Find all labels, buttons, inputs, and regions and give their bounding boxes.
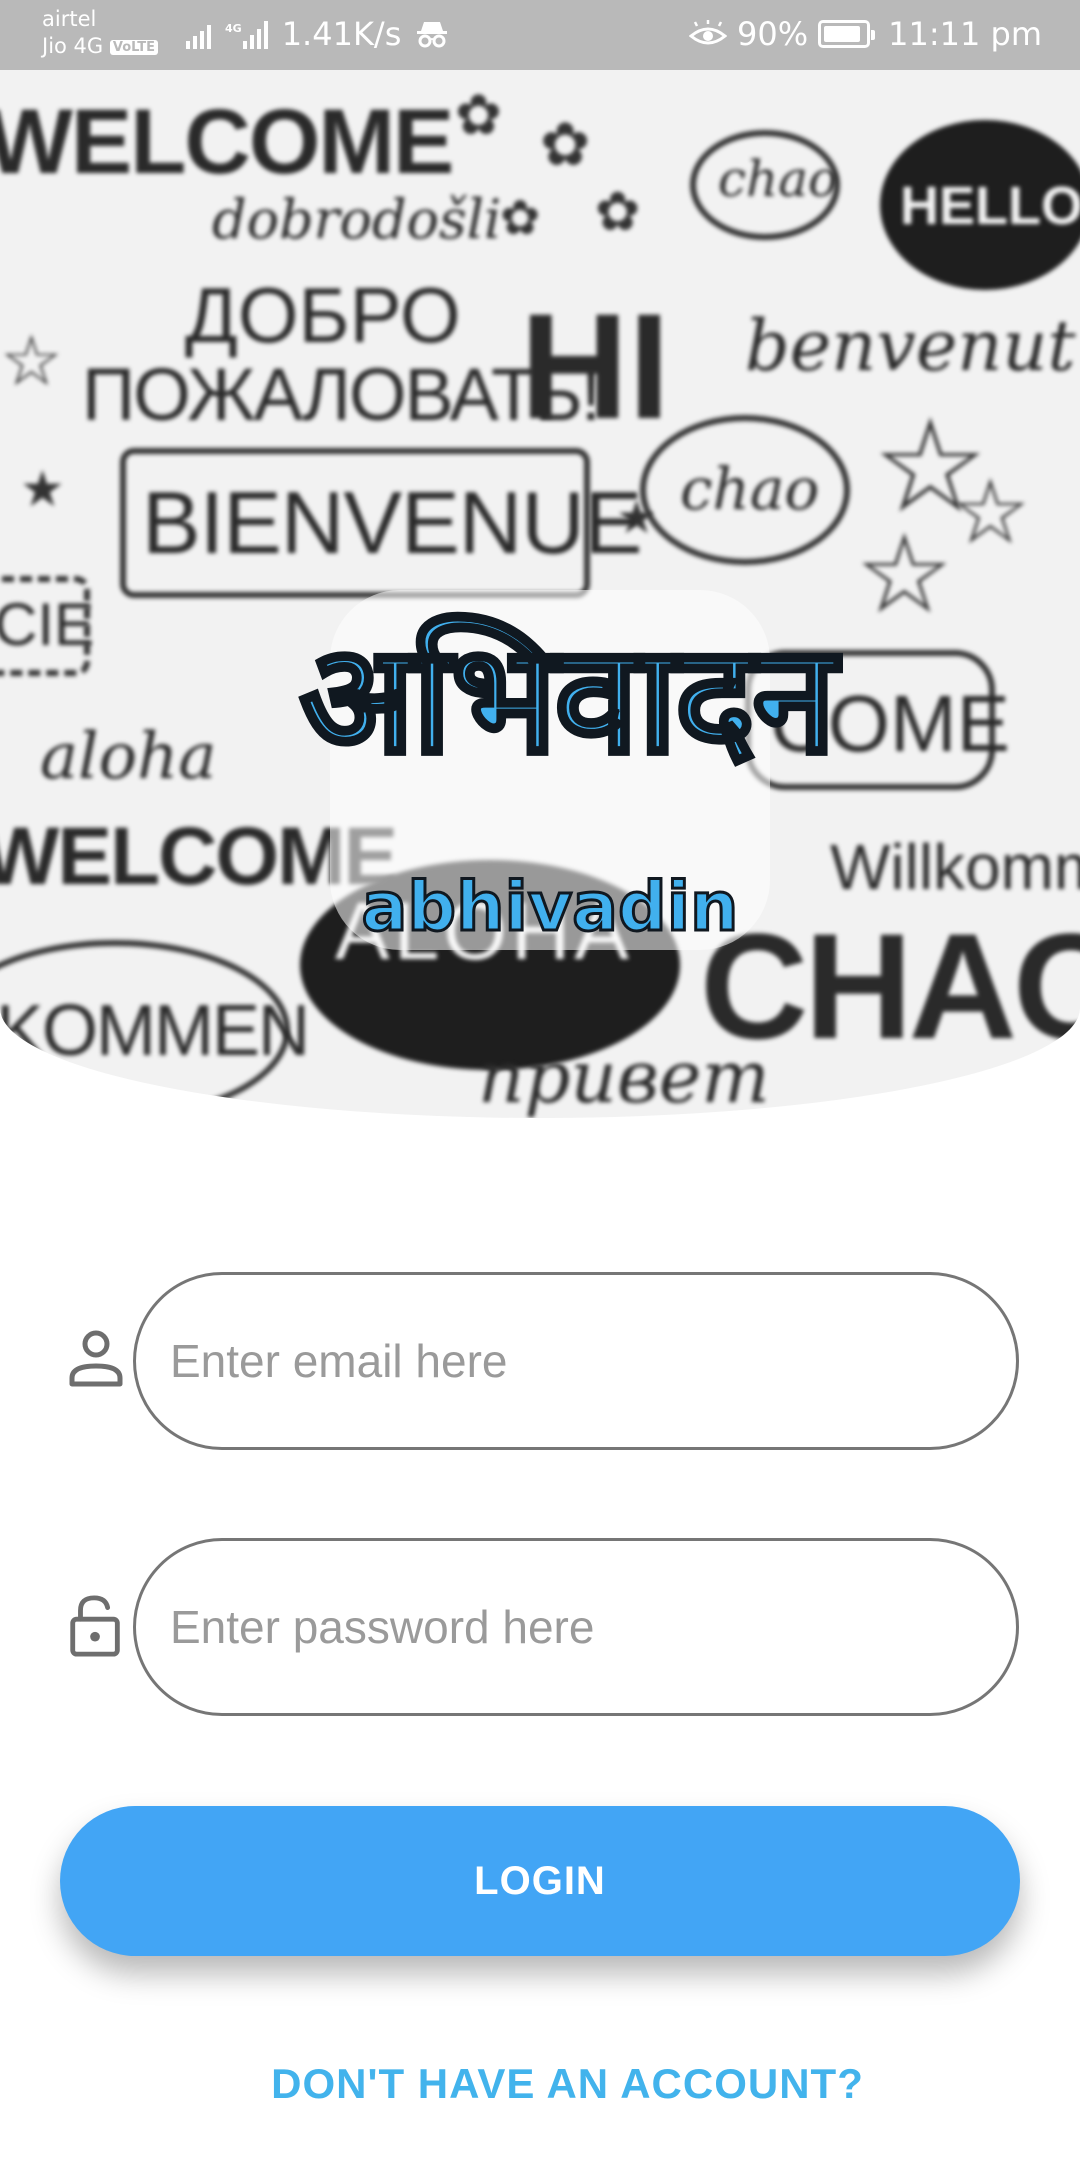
doodle-star-icon: ☆ (0, 322, 63, 400)
doodle-chao-cloud: chao (718, 150, 839, 208)
clock: 11:11 pm (888, 15, 1042, 53)
password-input[interactable] (170, 1541, 990, 1713)
signal-icon (186, 19, 211, 49)
doodle-bienvenue: BIENVENUE (142, 473, 643, 572)
network-label: 4G (225, 22, 242, 35)
doodle-dobrodosli: dobrodošli (212, 188, 502, 251)
app-name: abhivadin (360, 867, 740, 949)
doodle-hello: HELLO (900, 176, 1080, 236)
welcome-header-image: WELCOME dobrodošli ДОБРО ПОЖАЛОВАТЬ! HI … (0, 70, 1080, 1118)
battery-icon (818, 20, 876, 48)
carrier-name-2-label: Jio 4G (42, 34, 104, 58)
doodle-aloha-script: aloha (40, 720, 217, 794)
email-input[interactable] (170, 1275, 990, 1447)
doodle-hi: HI (520, 282, 670, 450)
login-button[interactable]: LOGIN (60, 1806, 1020, 1956)
signal-4g-icon: 4G (225, 19, 268, 49)
doodle-chao-bubble-text: chao (680, 455, 820, 523)
volte-badge: VoLTE (109, 40, 159, 55)
doodle-privet: привет (478, 1035, 770, 1118)
doodle-cie: CIE (0, 591, 95, 658)
doodle-flower-icon: ✿ (455, 83, 502, 146)
battery-fill (824, 26, 861, 42)
network-speed: 1.41K/s (281, 15, 402, 53)
carrier-name-1: airtel (42, 7, 97, 31)
app-logo-script: अभिवादन (298, 611, 839, 790)
status-left: 4G 1.41K/s (186, 14, 449, 54)
battery-percent: 90% (737, 15, 809, 53)
doodle-welcome-top: WELCOME (0, 91, 454, 193)
doodle-star-icon: ☆ (950, 463, 1031, 563)
doodle-star-icon: ☆ (855, 513, 954, 636)
doodle-dobro: ДОБРО (185, 271, 461, 359)
lock-open-icon (70, 1595, 120, 1657)
signup-link[interactable]: DON'T HAVE AN ACCOUNT? (0, 2060, 1080, 2108)
carrier-name-2: Jio 4G VoLTE (42, 33, 159, 60)
doodle-willkommen: Willkomm (830, 831, 1080, 903)
email-row (0, 1272, 1080, 1450)
person-icon (69, 1330, 123, 1387)
status-bar: airtel Jio 4G VoLTE 4G 1.41K/s 90% 11:11… (0, 0, 1080, 70)
status-right: 90% 11:11 pm (689, 14, 1042, 54)
doodle-flower-icon: ✿ (500, 192, 541, 245)
eye-comfort-icon (689, 20, 727, 45)
password-row (0, 1538, 1080, 1716)
incognito-icon (417, 22, 448, 48)
password-field[interactable] (133, 1538, 1019, 1716)
doodle-benvenuti: benvenut (745, 305, 1076, 387)
email-field[interactable] (133, 1272, 1019, 1450)
carrier-info: airtel Jio 4G VoLTE (42, 6, 159, 60)
doodle-kommen: KOMMEN (0, 991, 310, 1071)
doodle-star-icon: ★ (20, 461, 65, 517)
doodle-flower-icon: ✿ (595, 182, 641, 242)
doodle-flower-icon: ✿ (540, 111, 591, 178)
